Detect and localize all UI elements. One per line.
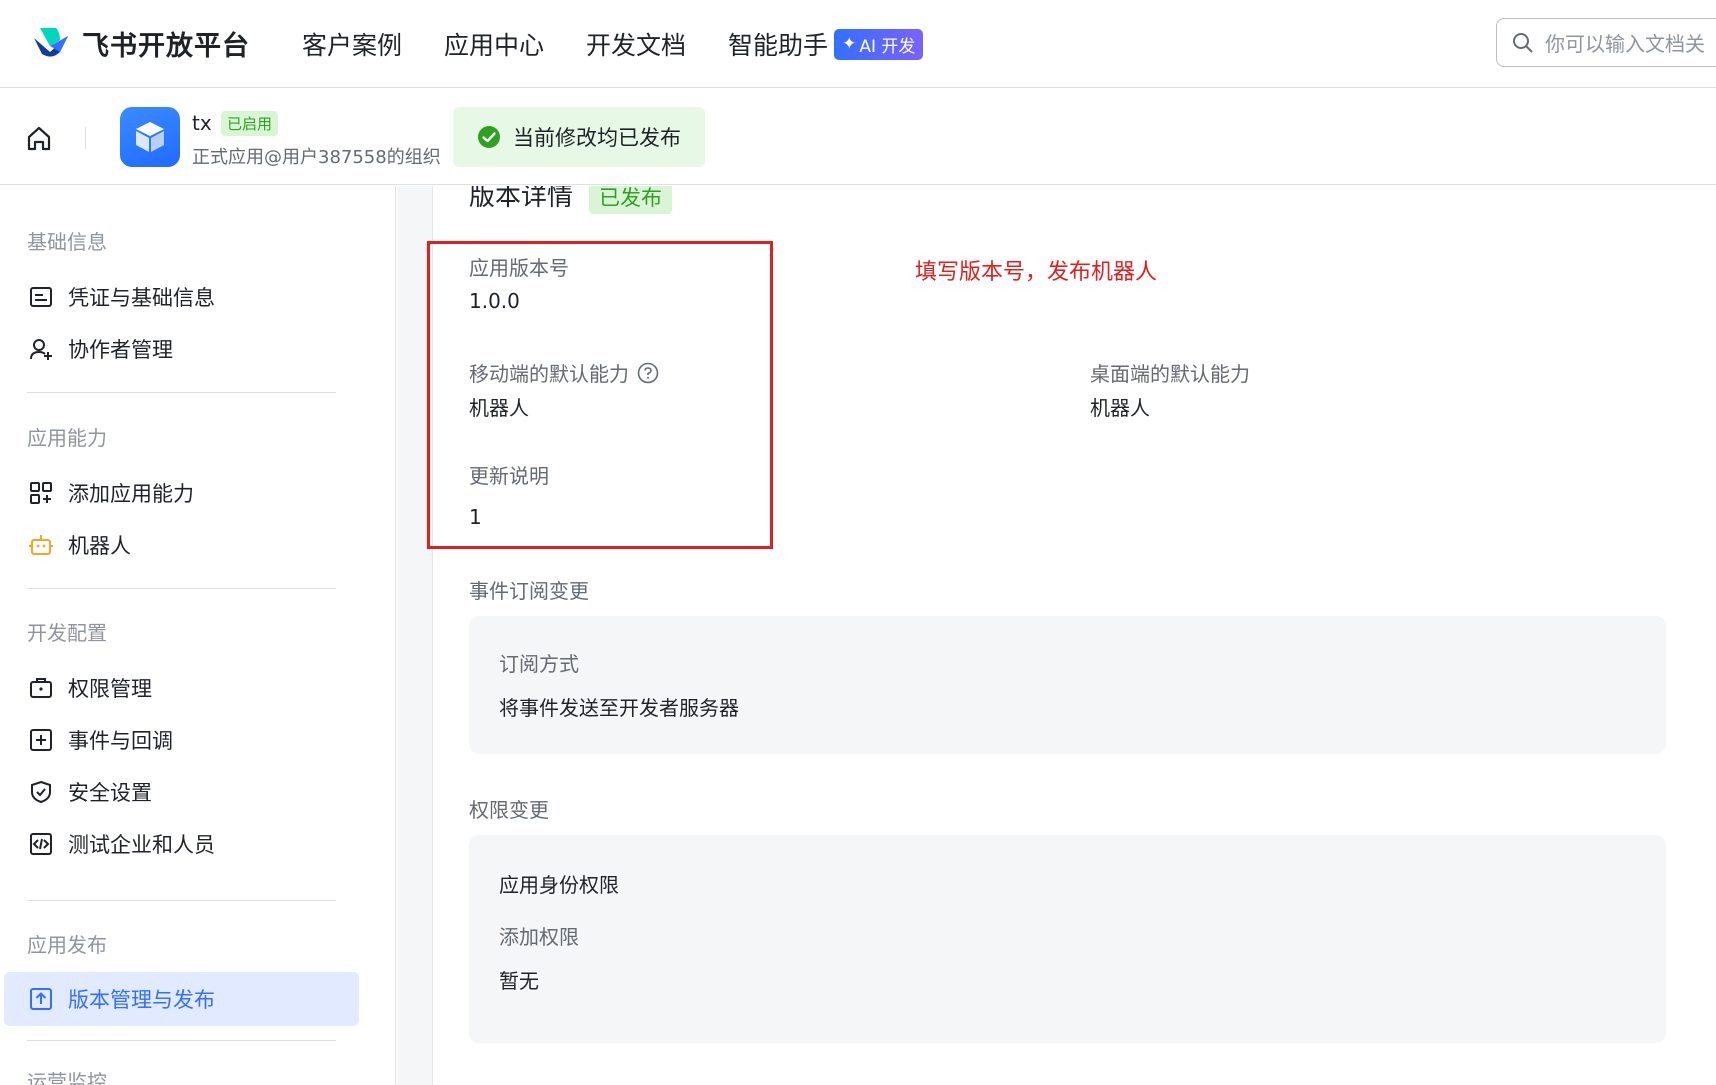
user-add-icon	[28, 336, 54, 362]
version-number-value: 1.0.0	[469, 289, 520, 313]
ai-dev-badge: ✦ AI 开发	[834, 28, 924, 60]
ai-dev-badge-label: AI 开发	[859, 36, 916, 57]
brand-logo[interactable]: 飞书开放平台	[30, 22, 250, 64]
sidebar-item-add-capability[interactable]: 添加应用能力	[4, 466, 359, 520]
check-circle-icon	[478, 126, 500, 148]
grid-add-icon	[28, 480, 54, 506]
sidebar-item-label: 测试企业和人员	[68, 833, 215, 857]
sparkle-icon: ✦	[842, 34, 857, 54]
main-nav: 客户案例 应用中心 开发文档 智能助手 ✦ AI 开发	[302, 26, 924, 62]
sidebar-item-version-release[interactable]: 版本管理与发布	[4, 972, 359, 1026]
sidebar-divider	[27, 900, 336, 901]
sidebar-item-label: 事件与回调	[68, 729, 173, 753]
sidebar: 基础信息 凭证与基础信息 协作者管理 应用能力 添加应用能力 机器人 开发配置 …	[0, 186, 396, 1085]
section-dev-config: 开发配置	[27, 621, 107, 645]
upload-icon	[28, 986, 54, 1012]
sidebar-item-credentials[interactable]: 凭证与基础信息	[4, 270, 359, 324]
brand-name: 飞书开放平台	[82, 30, 250, 62]
event-changes-card: 订阅方式 将事件发送至开发者服务器	[469, 616, 1666, 754]
desktop-capability-label: 桌面端的默认能力	[1090, 362, 1250, 386]
desktop-capability-value: 机器人	[1090, 396, 1150, 420]
nav-app-center[interactable]: 应用中心	[444, 26, 544, 62]
annotation-text: 填写版本号，发布机器人	[915, 260, 1158, 285]
release-notes-value: 1	[469, 505, 482, 529]
search-placeholder: 你可以输入文档关	[1545, 32, 1705, 56]
subscription-method-label: 订阅方式	[499, 652, 579, 676]
search-icon	[1513, 32, 1533, 53]
permission-changes-title: 权限变更	[469, 798, 549, 822]
nav-dev-docs[interactable]: 开发文档	[586, 26, 686, 62]
toast-text: 当前修改均已发布	[513, 126, 681, 150]
section-ops-monitor: 运营监控	[27, 1070, 107, 1085]
top-navbar: 飞书开放平台 客户案例 应用中心 开发文档 智能助手 ✦ AI 开发 你可以输入…	[0, 0, 1716, 88]
sidebar-item-test-enterprise[interactable]: 测试企业和人员	[4, 817, 359, 871]
mobile-capability-value: 机器人	[469, 396, 529, 420]
sidebar-item-label: 协作者管理	[68, 338, 173, 362]
version-status-badge: 已发布	[589, 186, 672, 214]
app-name: tx	[192, 111, 212, 135]
nav-smart-assistant-label: 智能助手	[728, 31, 829, 60]
app-avatar	[120, 107, 180, 167]
event-changes-title: 事件订阅变更	[469, 579, 589, 603]
version-number-label: 应用版本号	[469, 256, 569, 280]
section-basic-info: 基础信息	[27, 230, 107, 254]
mobile-capability-label-text: 移动端的默认能力	[469, 362, 629, 386]
release-notes-label: 更新说明	[469, 464, 549, 488]
robot-icon	[28, 532, 54, 558]
app-identity-permission-title: 应用身份权限	[499, 873, 619, 897]
search-input[interactable]: 你可以输入文档关	[1496, 18, 1716, 67]
sidebar-item-security[interactable]: 安全设置	[4, 765, 359, 819]
sidebar-item-permissions[interactable]: 权限管理	[4, 661, 359, 715]
sidebar-divider	[27, 1040, 336, 1041]
card-icon	[28, 284, 54, 310]
sidebar-divider	[27, 392, 336, 393]
sidebar-item-label: 版本管理与发布	[68, 988, 215, 1012]
app-status-badge: 已启用	[221, 111, 279, 136]
app-header: tx 已启用 正式应用@用户387558的组织 当前修改均已发布	[0, 89, 1716, 185]
subscription-method-value: 将事件发送至开发者服务器	[499, 696, 739, 720]
main-content: 版本详情 已发布 填写版本号，发布机器人 应用版本号 1.0.0 移动端的默认能…	[397, 186, 1716, 1085]
help-icon[interactable]	[637, 362, 659, 384]
sidebar-item-label: 权限管理	[68, 677, 152, 701]
sidebar-item-label: 机器人	[68, 534, 131, 558]
section-app-release: 应用发布	[27, 933, 107, 957]
sidebar-divider	[27, 588, 336, 589]
permission-changes-card: 应用身份权限 添加权限 暂无	[469, 835, 1666, 1043]
plus-square-icon	[28, 727, 54, 753]
sidebar-item-collaborators[interactable]: 协作者管理	[4, 322, 359, 376]
added-permission-label: 添加权限	[499, 925, 579, 949]
sidebar-item-events[interactable]: 事件与回调	[4, 713, 359, 767]
cube-icon	[136, 122, 164, 152]
shield-icon	[28, 779, 54, 805]
nav-smart-assistant[interactable]: 智能助手 ✦ AI 开发	[728, 26, 924, 62]
nav-customer-cases[interactable]: 客户案例	[302, 26, 402, 62]
briefcase-icon	[28, 675, 54, 701]
code-icon	[28, 831, 54, 857]
app-org: 正式应用@用户387558的组织	[192, 147, 441, 168]
version-detail-title: 版本详情	[469, 186, 574, 212]
added-permission-value: 暂无	[499, 969, 539, 993]
mobile-capability-label: 移动端的默认能力	[469, 358, 659, 387]
sidebar-item-bot[interactable]: 机器人	[4, 518, 359, 572]
feishu-logo-icon	[34, 28, 68, 57]
sidebar-item-label: 安全设置	[68, 781, 152, 805]
header-divider	[85, 127, 86, 149]
sidebar-item-label: 凭证与基础信息	[68, 286, 215, 310]
publish-status-toast: 当前修改均已发布	[453, 107, 705, 167]
home-icon[interactable]	[24, 123, 54, 153]
sidebar-item-label: 添加应用能力	[68, 482, 194, 506]
section-app-capability: 应用能力	[27, 426, 107, 450]
